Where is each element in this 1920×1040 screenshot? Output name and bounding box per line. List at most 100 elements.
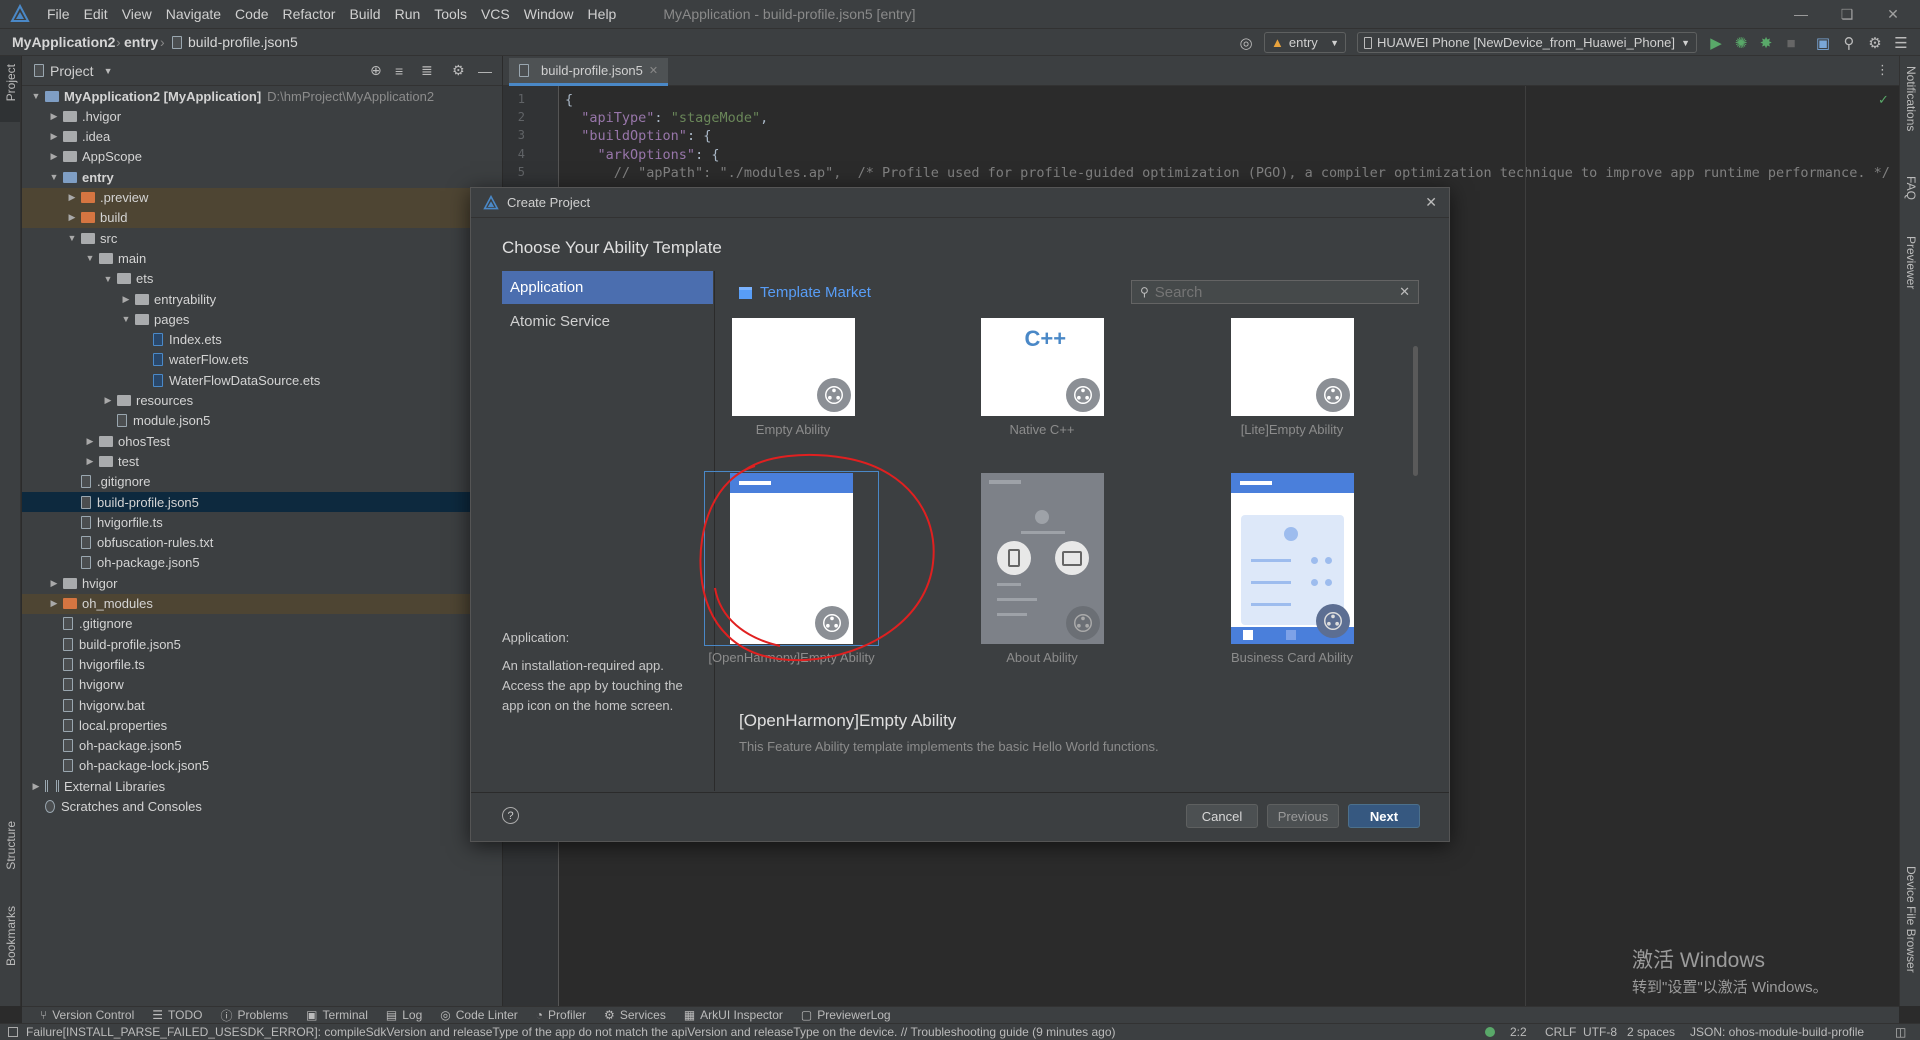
template-card-about-ability[interactable]: About Ability	[962, 473, 1122, 665]
locate-icon[interactable]: ⊕	[370, 62, 382, 79]
menu-item-view[interactable]: View	[115, 0, 159, 28]
template-list-scrollbar[interactable]	[1413, 346, 1418, 476]
more-tabs-icon[interactable]: ⋮	[1876, 62, 1889, 78]
clear-search-icon[interactable]: ✕	[1399, 284, 1410, 300]
collapse-all-icon[interactable]: ≣	[421, 62, 433, 79]
template-card-native-cpp[interactable]: C++ Native C++	[962, 318, 1122, 437]
device-select[interactable]: HUAWEI Phone [NewDevice_from_Huawei_Phon…	[1357, 32, 1697, 53]
chevron-right-icon[interactable]: ▶	[48, 131, 60, 142]
tree-item[interactable]: ▼ main	[22, 248, 502, 268]
debug-icon[interactable]: ✺	[1732, 34, 1750, 52]
tree-item[interactable]: ▼ src	[22, 228, 502, 248]
breadcrumb-file[interactable]: build-profile.json5	[172, 34, 298, 50]
tree-item[interactable]: ▶ hvigor	[22, 573, 502, 593]
tree-item[interactable]: ▶ resources	[22, 391, 502, 411]
indent-setting[interactable]: 2 spaces	[1627, 1025, 1675, 1039]
tool-window-problems[interactable]: ⓘ Problems	[220, 1007, 288, 1024]
tree-item[interactable]: ▼ entry	[22, 167, 502, 187]
breadcrumb-project[interactable]: MyApplication2	[12, 34, 115, 50]
tree-item[interactable]: ▶ .hvigor	[22, 106, 502, 126]
chevron-right-icon[interactable]: ▶	[66, 212, 78, 223]
status-ok-icon[interactable]	[1485, 1027, 1495, 1037]
close-window-button[interactable]: ✕	[1870, 0, 1916, 28]
close-dialog-icon[interactable]: ✕	[1425, 194, 1437, 211]
template-search-input[interactable]	[1154, 283, 1394, 301]
menu-item-tools[interactable]: Tools	[427, 0, 474, 28]
menu-item-window[interactable]: Window	[517, 0, 581, 28]
settings-gear-icon[interactable]: ⚙	[1866, 34, 1884, 52]
tool-window-terminal[interactable]: ▣ Terminal	[306, 1008, 368, 1022]
tree-item[interactable]: ▼ MyApplication2 [MyApplication] D:\hmProj…	[22, 86, 502, 106]
tree-item[interactable]: hvigorfile.ts	[22, 654, 502, 674]
template-card-lite-empty-ability[interactable]: [Lite]Empty Ability	[1212, 318, 1372, 437]
tool-window-arkui-inspector[interactable]: ▦ ArkUI Inspector	[684, 1008, 783, 1022]
tool-window-log[interactable]: ▤ Log	[386, 1008, 422, 1022]
code-line[interactable]: // "apPath": "./modules.ap", /* Profile …	[565, 165, 1890, 181]
chevron-right-icon[interactable]: ▶	[102, 395, 114, 406]
menu-item-help[interactable]: Help	[581, 0, 624, 28]
chevron-down-icon[interactable]: ▼	[102, 274, 114, 284]
tree-item[interactable]: module.json5	[22, 411, 502, 431]
line-separator[interactable]: CRLF	[1545, 1025, 1576, 1039]
project-panel-title[interactable]: Project	[50, 63, 94, 79]
chevron-right-icon[interactable]: ▶	[48, 578, 60, 589]
chevron-down-icon[interactable]: ▼	[120, 314, 132, 324]
template-card-empty-ability[interactable]: Empty Ability	[713, 318, 873, 437]
hamburger-icon[interactable]: ☰	[1892, 34, 1910, 52]
memory-indicator-icon[interactable]: ◫	[1895, 1025, 1906, 1039]
tree-item[interactable]: ▶ .idea	[22, 127, 502, 147]
project-tool-tab-label[interactable]: Project	[4, 64, 18, 101]
tree-item[interactable]: ▼ ets	[22, 269, 502, 289]
tree-item[interactable]: Scratches and Consoles	[22, 797, 502, 817]
tree-item[interactable]: Index.ets	[22, 330, 502, 350]
minimize-button[interactable]: —	[1778, 0, 1824, 28]
restore-button[interactable]: ❏	[1824, 0, 1870, 28]
menu-item-code[interactable]: Code	[228, 0, 275, 28]
hide-panel-icon[interactable]: —	[478, 63, 492, 79]
expand-all-icon[interactable]: ≡	[395, 63, 403, 79]
chevron-right-icon[interactable]: ▶	[84, 456, 96, 467]
tree-item[interactable]: hvigorfile.ts	[22, 512, 502, 532]
notifications-tool-tab[interactable]: Notifications	[1904, 66, 1918, 131]
code-line[interactable]: "apiType": "stageMode",	[565, 110, 768, 126]
chevron-right-icon[interactable]: ▶	[48, 111, 60, 122]
stop-icon[interactable]: ■	[1782, 34, 1800, 52]
category-atomic-service[interactable]: Atomic Service	[502, 305, 713, 338]
help-icon[interactable]: ?	[502, 807, 519, 824]
chevron-right-icon[interactable]: ▶	[48, 151, 60, 162]
code-line[interactable]: {	[565, 92, 573, 108]
tree-item[interactable]: hvigorw	[22, 675, 502, 695]
menu-item-edit[interactable]: Edit	[77, 0, 115, 28]
tree-item[interactable]: ▶ entryability	[22, 289, 502, 309]
json-schema[interactable]: JSON: ohos-module-build-profile	[1690, 1025, 1864, 1039]
chevron-down-icon[interactable]: ▼	[104, 66, 113, 76]
chevron-down-icon[interactable]: ▼	[66, 233, 78, 243]
search-everywhere-icon[interactable]: ⚲	[1840, 34, 1858, 52]
tree-item[interactable]: oh-package-lock.json5	[22, 756, 502, 776]
inspection-ok-icon[interactable]: ✓	[1878, 92, 1889, 108]
tree-item[interactable]: hvigorw.bat	[22, 695, 502, 715]
structure-tool-tab[interactable]: Structure	[4, 821, 18, 870]
status-message[interactable]: Failure[INSTALL_PARSE_FAILED_USESDK_ERRO…	[26, 1025, 1116, 1039]
tree-item[interactable]: build-profile.json5	[22, 634, 502, 654]
chevron-right-icon[interactable]: ▶	[84, 436, 96, 447]
run-icon[interactable]: ▶	[1707, 34, 1725, 52]
chevron-down-icon[interactable]: ▼	[48, 172, 60, 182]
cancel-button[interactable]: Cancel	[1186, 804, 1258, 828]
tree-item[interactable]: obfuscation-rules.txt	[22, 533, 502, 553]
template-card-openharmony-empty-ability[interactable]: [OpenHarmony]Empty Ability	[704, 471, 879, 665]
file-encoding[interactable]: UTF-8	[1583, 1025, 1617, 1039]
menu-item-vcs[interactable]: VCS	[474, 0, 517, 28]
tree-item[interactable]: local.properties	[22, 715, 502, 735]
tree-item[interactable]: ▶ External Libraries	[22, 776, 502, 796]
tool-window-code-linter[interactable]: ◎ Code Linter	[440, 1008, 518, 1022]
device-manager-icon[interactable]: ▣	[1814, 34, 1832, 52]
toggle-tool-windows-icon[interactable]	[8, 1027, 18, 1037]
bookmarks-tool-tab[interactable]: Bookmarks	[4, 906, 18, 966]
tree-item[interactable]: waterFlow.ets	[22, 350, 502, 370]
chevron-right-icon[interactable]: ▶	[30, 781, 42, 792]
template-search-box[interactable]: ⚲ ✕	[1131, 280, 1419, 304]
menu-item-run[interactable]: Run	[388, 0, 428, 28]
template-market-link[interactable]: Template Market	[739, 284, 871, 301]
tree-item[interactable]: .gitignore	[22, 614, 502, 634]
